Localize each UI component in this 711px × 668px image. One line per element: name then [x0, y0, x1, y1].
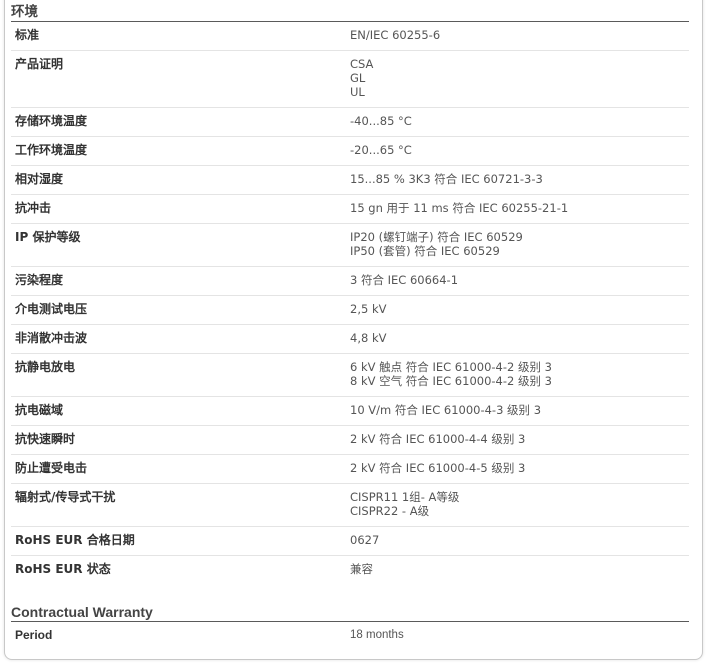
row-value: 15...85 % 3K3 符合 IEC 60721-3-3 [350, 166, 689, 194]
row-value: 0627 [350, 527, 689, 555]
row-value: CISPR11 1组- A等级 CISPR22 - A级 [350, 484, 689, 526]
row-value: 10 V/m 符合 IEC 61000-4-3 级别 3 [350, 397, 689, 425]
row-label: 存储环境温度 [15, 114, 88, 128]
row-value: 18 months [350, 622, 689, 651]
row-value: -40...85 °C [350, 108, 689, 136]
row-label: 抗冲击 [15, 201, 52, 215]
table-row: RoHS EUR 状态 兼容 [11, 556, 689, 585]
row-value-line: 兼容 [350, 562, 373, 576]
section-title-environment: 环境 [11, 3, 689, 22]
table-row: 抗静电放电 6 kV 触点 符合 IEC 61000-4-2 级别 3 8 kV… [11, 354, 689, 397]
row-label: 防止遭受电击 [15, 461, 88, 475]
row-value-line: IP50 (套管) 符合 IEC 60529 [350, 244, 500, 258]
row-value-line: 4,8 kV [350, 331, 387, 345]
table-row: 污染程度 3 符合 IEC 60664-1 [11, 267, 689, 296]
table-row: 存储环境温度 -40...85 °C [11, 108, 689, 137]
row-value-line: 15...85 % 3K3 符合 IEC 60721-3-3 [350, 172, 543, 186]
table-row: RoHS EUR 合格日期 0627 [11, 527, 689, 556]
row-value-line: GL [350, 71, 366, 85]
row-value-line: 2 kV 符合 IEC 61000-4-5 级别 3 [350, 461, 526, 475]
row-label: IP 保护等级 [15, 230, 81, 244]
table-row: 工作环境温度 -20...65 °C [11, 137, 689, 166]
row-value-line: -40...85 °C [350, 114, 412, 128]
table-row: 相对湿度 15...85 % 3K3 符合 IEC 60721-3-3 [11, 166, 689, 195]
table-row: 产品证明 CSA GL UL [11, 51, 689, 108]
row-value: 15 gn 用于 11 ms 符合 IEC 60255-21-1 [350, 195, 689, 223]
row-value-line: EN/IEC 60255-6 [350, 28, 441, 42]
row-label: 相对湿度 [15, 172, 64, 186]
row-value-line: 15 gn 用于 11 ms 符合 IEC 60255-21-1 [350, 201, 569, 215]
row-value-line: -20...65 °C [350, 143, 412, 157]
row-label: Period [15, 628, 53, 642]
row-label: 辐射式/传导式干扰 [15, 490, 116, 504]
row-label: RoHS EUR 状态 [15, 562, 111, 576]
row-value: IP20 (螺钉端子) 符合 IEC 60529 IP50 (套管) 符合 IE… [350, 224, 689, 266]
table-row: 非消散冲击波 4,8 kV [11, 325, 689, 354]
row-label: 产品证明 [15, 57, 64, 71]
row-value: 2 kV 符合 IEC 61000-4-4 级别 3 [350, 426, 689, 454]
spec-table-warranty: Period 18 months [11, 622, 689, 651]
table-row: 防止遭受电击 2 kV 符合 IEC 61000-4-5 级别 3 [11, 455, 689, 484]
table-row: 标准 EN/IEC 60255-6 [11, 22, 689, 51]
row-label: 工作环境温度 [15, 143, 88, 157]
table-row: 介电测试电压 2,5 kV [11, 296, 689, 325]
row-value-line: 18 months [350, 629, 404, 641]
row-value: EN/IEC 60255-6 [350, 22, 689, 50]
row-value: 兼容 [350, 556, 689, 585]
row-value: 2 kV 符合 IEC 61000-4-5 级别 3 [350, 455, 689, 483]
section-title-warranty: Contractual Warranty [11, 603, 689, 622]
row-value-line: 2 kV 符合 IEC 61000-4-4 级别 3 [350, 432, 526, 446]
row-value-line: 0627 [350, 533, 380, 547]
row-value: 6 kV 触点 符合 IEC 61000-4-2 级别 3 8 kV 空气 符合… [350, 354, 689, 396]
table-row: 辐射式/传导式干扰 CISPR11 1组- A等级 CISPR22 - A级 [11, 484, 689, 527]
row-value-line: CISPR11 1组- A等级 [350, 490, 460, 504]
table-row: 抗电磁域 10 V/m 符合 IEC 61000-4-3 级别 3 [11, 397, 689, 426]
row-value-line: 8 kV 空气 符合 IEC 61000-4-2 级别 3 [350, 374, 552, 388]
row-label: 非消散冲击波 [15, 331, 88, 345]
row-value-line: UL [350, 85, 365, 99]
row-label: 抗静电放电 [15, 360, 76, 374]
table-row: 抗冲击 15 gn 用于 11 ms 符合 IEC 60255-21-1 [11, 195, 689, 224]
row-value: CSA GL UL [350, 51, 689, 107]
spec-table-environment: 标准 EN/IEC 60255-6 产品证明 CSA GL UL 存储环境温度 … [11, 22, 689, 585]
row-value-line: CISPR22 - A级 [350, 504, 430, 518]
row-label: 抗快速瞬时 [15, 432, 76, 446]
row-value: 3 符合 IEC 60664-1 [350, 267, 689, 295]
row-value: 2,5 kV [350, 296, 689, 324]
row-value-line: IP20 (螺钉端子) 符合 IEC 60529 [350, 230, 523, 244]
row-label: RoHS EUR 合格日期 [15, 533, 135, 547]
table-row: IP 保护等级 IP20 (螺钉端子) 符合 IEC 60529 IP50 (套… [11, 224, 689, 267]
row-value-line: CSA [350, 57, 374, 71]
row-label: 抗电磁域 [15, 403, 64, 417]
row-value: -20...65 °C [350, 137, 689, 165]
row-label: 标准 [15, 28, 40, 42]
row-label: 介电测试电压 [15, 302, 88, 316]
row-value-line: 6 kV 触点 符合 IEC 61000-4-2 级别 3 [350, 360, 552, 374]
table-row: 抗快速瞬时 2 kV 符合 IEC 61000-4-4 级别 3 [11, 426, 689, 455]
row-value-line: 2,5 kV [350, 302, 387, 316]
row-label: 污染程度 [15, 273, 64, 287]
table-row: Period 18 months [11, 622, 689, 651]
row-value-line: 3 符合 IEC 60664-1 [350, 273, 459, 287]
row-value-line: 10 V/m 符合 IEC 61000-4-3 级别 3 [350, 403, 542, 417]
row-value: 4,8 kV [350, 325, 689, 353]
